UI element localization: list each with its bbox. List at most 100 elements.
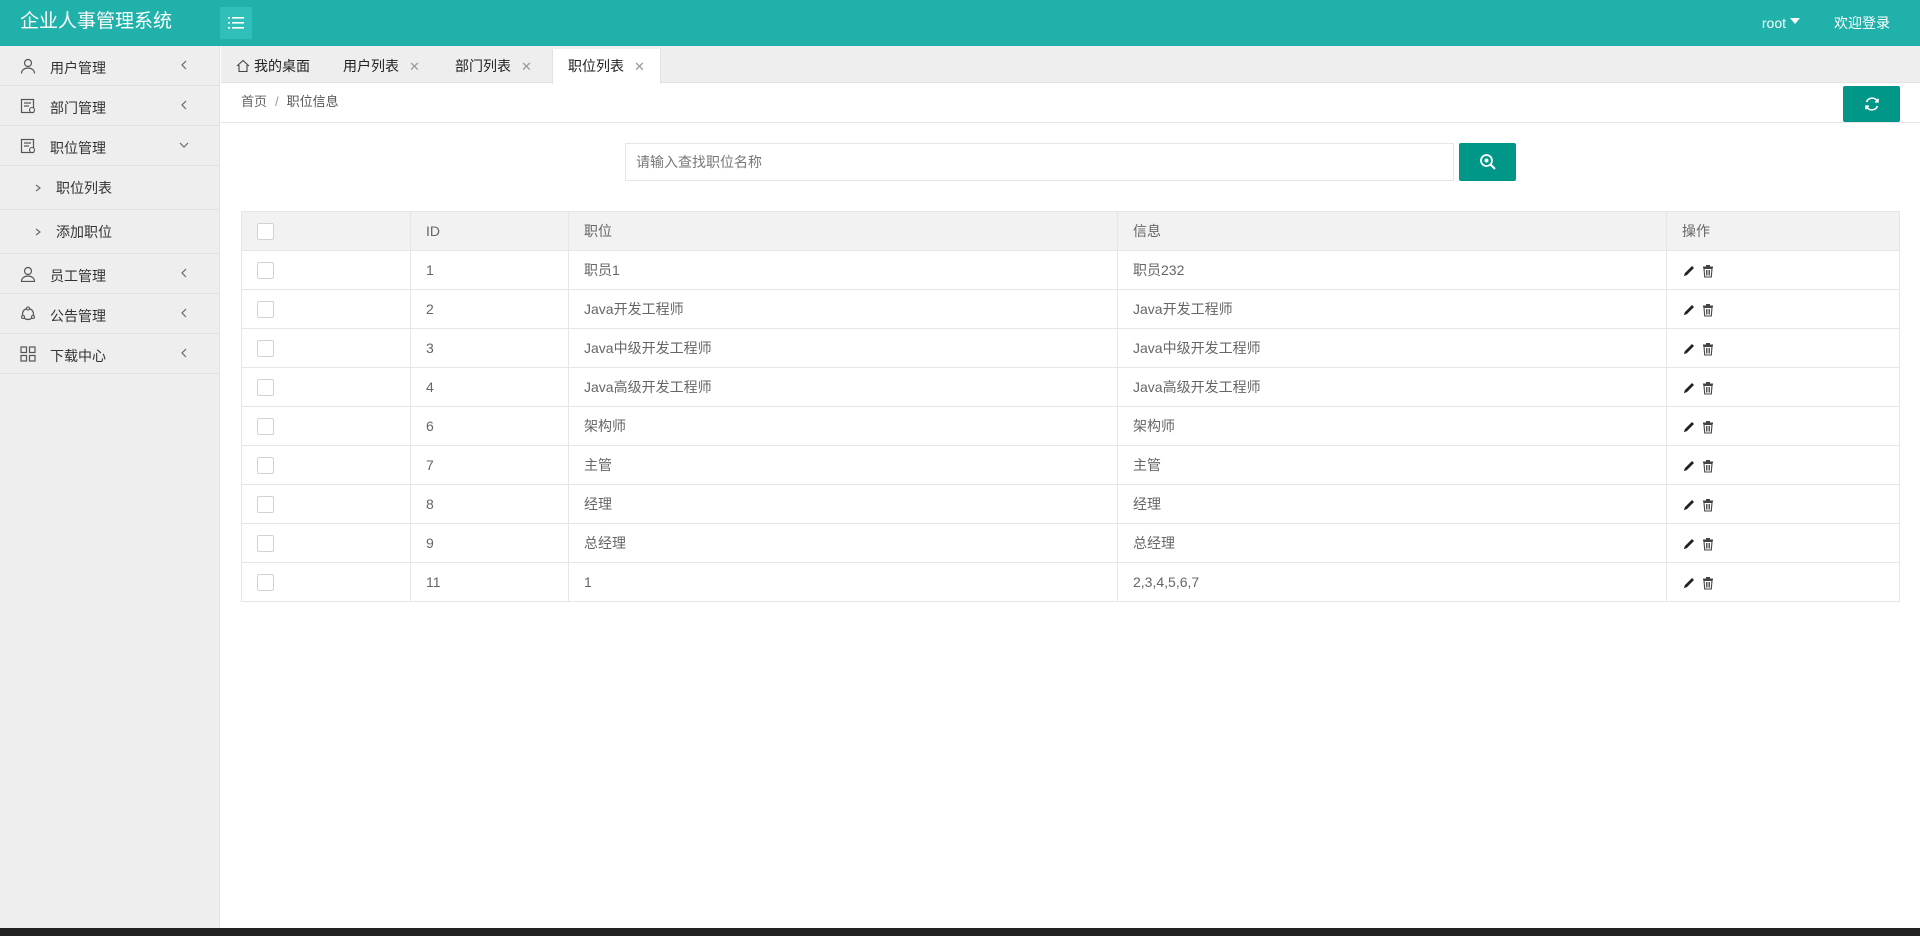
notice-icon (20, 306, 36, 321)
table-row[interactable]: 8 经理 经理 (241, 484, 1900, 524)
edit-icon[interactable] (1682, 498, 1696, 512)
tab-department-list[interactable]: 部门列表 ✕ (455, 49, 532, 83)
tab-position-list[interactable]: 职位列表 ✕ (552, 49, 661, 84)
row-checkbox[interactable] (257, 417, 274, 435)
tab-my-desktop[interactable]: 我的桌面 (236, 49, 310, 83)
delete-icon[interactable] (1701, 420, 1715, 434)
sidebar-subitem-label: 职位列表 (56, 180, 112, 196)
tab-label: 职位列表 (568, 58, 624, 74)
welcome-link[interactable]: 欢迎登录 (1834, 0, 1890, 46)
sidebar-item-user-management[interactable]: 用户管理 (0, 46, 219, 86)
row-checkbox[interactable] (257, 456, 274, 474)
chevron-left-icon (181, 348, 187, 358)
search-button[interactable] (1459, 143, 1516, 181)
edit-icon[interactable] (1682, 342, 1696, 356)
table-row[interactable]: 1 职员1 职员232 (241, 250, 1900, 290)
cell-position: 职员1 (568, 250, 1118, 290)
edit-icon[interactable] (1682, 459, 1696, 473)
cell-id: 11 (410, 562, 569, 602)
app-title: 企业人事管理系统 (20, 11, 173, 32)
row-checkbox-cell (241, 406, 411, 446)
cell-id: 8 (410, 484, 569, 524)
row-checkbox[interactable] (257, 261, 274, 279)
column-header-id: ID (410, 211, 569, 251)
row-checkbox-cell (241, 289, 411, 329)
tab-user-list[interactable]: 用户列表 ✕ (343, 49, 420, 83)
select-all-checkbox[interactable] (257, 222, 274, 240)
table-row[interactable]: 11 1 2,3,4,5,6,7 (241, 562, 1900, 602)
bottom-bar (0, 928, 1920, 936)
breadcrumb-home-link[interactable]: 首页 (241, 94, 267, 109)
close-icon[interactable]: ✕ (409, 50, 420, 84)
breadcrumb: 首页 / 职位信息 (241, 84, 339, 120)
tab-label: 用户列表 (343, 58, 399, 74)
chevron-left-icon (181, 60, 187, 70)
edit-icon[interactable] (1682, 420, 1696, 434)
edit-icon[interactable] (1682, 264, 1696, 278)
sidebar-item-position-management[interactable]: 职位管理 (0, 126, 219, 166)
user-menu[interactable]: root (1762, 0, 1800, 46)
cell-info: 2,3,4,5,6,7 (1117, 562, 1667, 602)
edit-icon[interactable] (1682, 537, 1696, 551)
delete-icon[interactable] (1701, 381, 1715, 395)
table-row[interactable]: 2 Java开发工程师 Java开发工程师 (241, 289, 1900, 329)
sidebar-subitem-label: 添加职位 (56, 224, 112, 240)
table-row[interactable]: 9 总经理 总经理 (241, 523, 1900, 563)
sidebar-item-notice-management[interactable]: 公告管理 (0, 294, 219, 334)
delete-icon[interactable] (1701, 537, 1715, 551)
delete-icon[interactable] (1701, 264, 1715, 278)
row-checkbox-cell (241, 445, 411, 485)
sidebar-item-label: 下载中心 (50, 348, 106, 364)
table-row[interactable]: 4 Java高级开发工程师 Java高级开发工程师 (241, 367, 1900, 407)
refresh-button[interactable] (1843, 86, 1900, 122)
row-checkbox[interactable] (257, 495, 274, 513)
row-checkbox[interactable] (257, 573, 274, 591)
delete-icon[interactable] (1701, 459, 1715, 473)
table-row[interactable]: 3 Java中级开发工程师 Java中级开发工程师 (241, 328, 1900, 368)
row-checkbox-cell (241, 484, 411, 524)
chevron-left-icon (181, 100, 187, 110)
sidebar-item-employee-management[interactable]: 员工管理 (0, 254, 219, 294)
sidebar-item-label: 员工管理 (50, 268, 106, 284)
close-icon[interactable]: ✕ (634, 50, 645, 84)
sidebar-item-download-center[interactable]: 下载中心 (0, 334, 219, 374)
sidebar-item-label: 部门管理 (50, 100, 106, 116)
row-checkbox[interactable] (257, 339, 274, 357)
cell-info: Java高级开发工程师 (1117, 367, 1667, 407)
tab-label: 我的桌面 (254, 58, 310, 74)
employee-icon (20, 266, 36, 282)
cell-position: Java高级开发工程师 (568, 367, 1118, 407)
row-checkbox[interactable] (257, 534, 274, 552)
edit-icon[interactable] (1682, 576, 1696, 590)
delete-icon[interactable] (1701, 303, 1715, 317)
position-table: ID 职位 信息 操作 1 职员1 职员232 2 Java开发工程师 Java开发工程师… (241, 211, 1900, 602)
sidebar-item-label: 用户管理 (50, 60, 106, 76)
tab-label: 部门列表 (455, 58, 511, 74)
cell-id: 1 (410, 250, 569, 290)
search-input[interactable] (625, 143, 1454, 181)
close-icon[interactable]: ✕ (521, 50, 532, 84)
table-row[interactable]: 7 主管 主管 (241, 445, 1900, 485)
sidebar-item-department-management[interactable]: 部门管理 (0, 86, 219, 126)
cell-info: 主管 (1117, 445, 1667, 485)
row-checkbox[interactable] (257, 300, 274, 318)
delete-icon[interactable] (1701, 342, 1715, 356)
delete-icon[interactable] (1701, 498, 1715, 512)
row-checkbox[interactable] (257, 378, 274, 396)
menu-toggle-button[interactable] (220, 7, 252, 39)
breadcrumb-bar: 首页 / 职位信息 (221, 84, 1920, 123)
sidebar-subitem-position-list[interactable]: 职位列表 (0, 166, 219, 210)
edit-icon[interactable] (1682, 381, 1696, 395)
row-checkbox-cell (241, 328, 411, 368)
cell-id: 3 (410, 328, 569, 368)
sidebar-subitem-add-position[interactable]: 添加职位 (0, 210, 219, 254)
cell-actions (1666, 367, 1900, 407)
table-row[interactable]: 6 架构师 架构师 (241, 406, 1900, 446)
cell-id: 6 (410, 406, 569, 446)
search-icon (1479, 154, 1496, 170)
column-header-info: 信息 (1117, 211, 1667, 251)
edit-icon[interactable] (1682, 303, 1696, 317)
cell-info: 总经理 (1117, 523, 1667, 563)
chevron-right-icon (35, 184, 41, 192)
delete-icon[interactable] (1701, 576, 1715, 590)
